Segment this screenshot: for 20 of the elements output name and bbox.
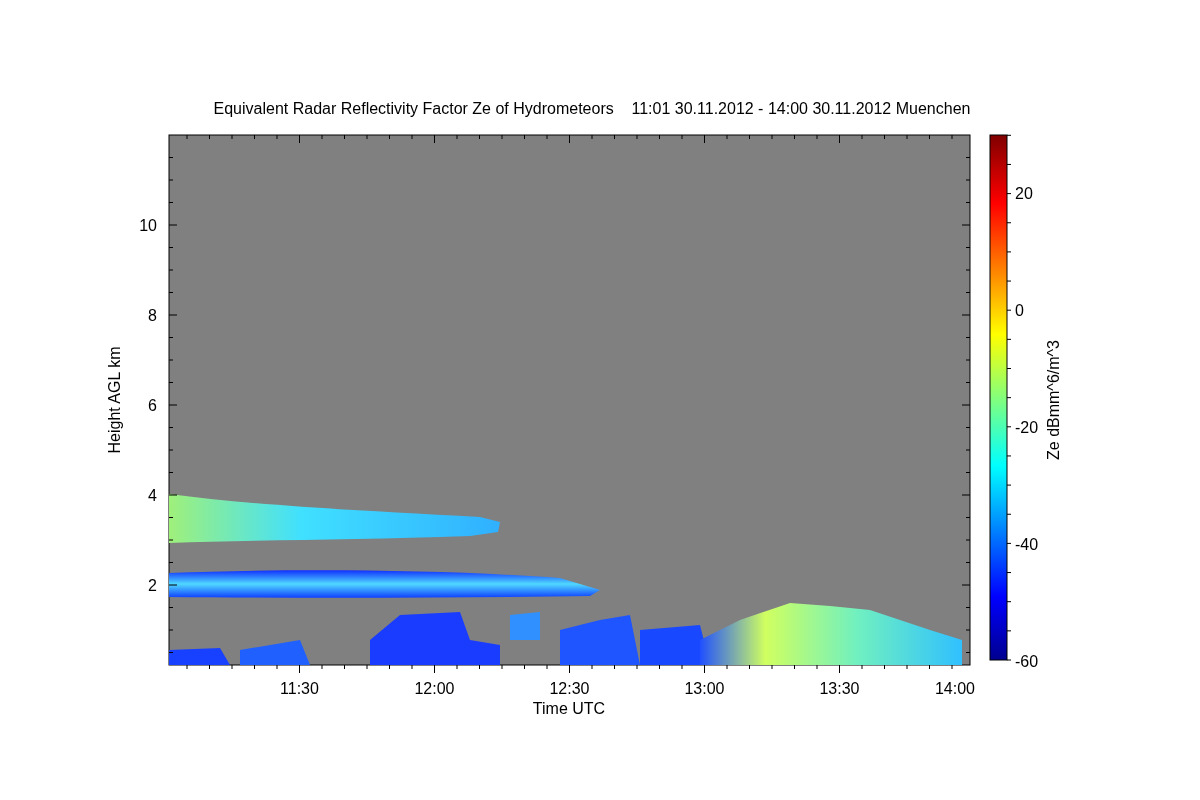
tick-label: 6 <box>148 397 157 414</box>
tick-label: 13:00 <box>684 680 725 697</box>
tick-label: -40 <box>1015 536 1039 553</box>
tick-label: 20 <box>1015 185 1033 202</box>
tick-label: 12:00 <box>414 680 455 697</box>
tick-label: 12:30 <box>549 680 590 697</box>
axis-label: Ze dBmm^6/m^3 <box>1045 340 1062 460</box>
tick-label: 8 <box>148 307 157 324</box>
tick-label: -20 <box>1015 419 1039 436</box>
chart-title: Equivalent Radar Reflectivity Factor Ze of Hydrometeors 11:01 30.11.2012 - 14:00 30.11.2012 Muenchen <box>213 100 971 117</box>
axis-label: Height AGL km <box>106 346 123 454</box>
tick-label: 0 <box>1015 302 1024 319</box>
tick-label: 11:30 <box>280 680 319 697</box>
tick-label: 14:00 <box>935 680 975 697</box>
tick-label: -60 <box>1015 653 1039 670</box>
tick-label: 4 <box>148 487 157 504</box>
axis-label: Time UTC <box>532 700 606 717</box>
tick-label: 2 <box>148 577 157 594</box>
tick-label: 13:30 <box>819 680 860 697</box>
tick-label: 10 <box>139 217 157 234</box>
